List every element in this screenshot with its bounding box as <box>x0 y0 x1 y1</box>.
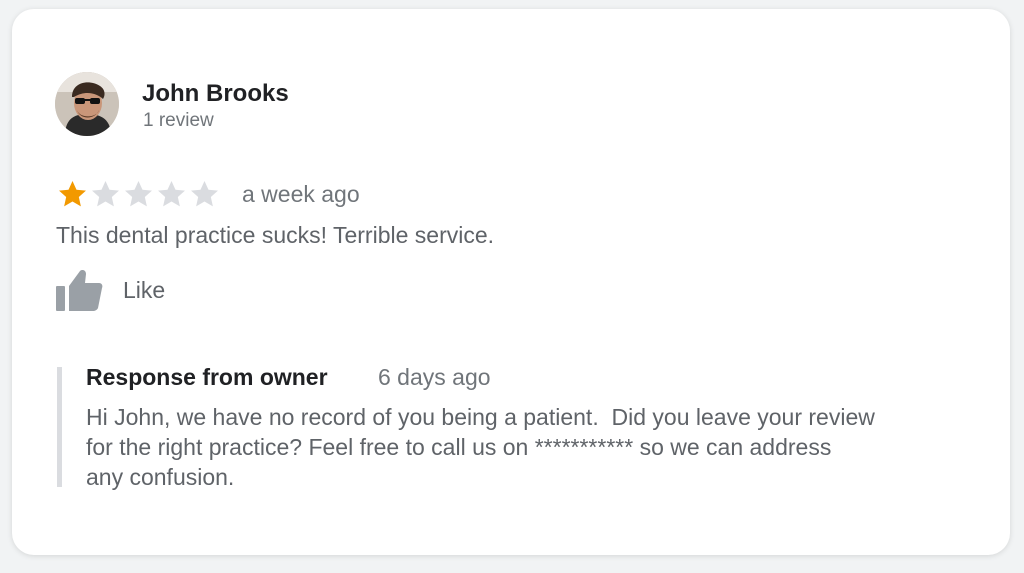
profile-photo-icon <box>55 72 119 136</box>
owner-response-line: Hi John, we have no record of you being … <box>86 404 875 430</box>
reviewer-review-count: 1 review <box>143 110 214 131</box>
owner-response-line: for the right practice? Feel free to cal… <box>86 434 832 460</box>
star-filled-icon <box>59 180 86 206</box>
owner-response: Response from owner 6 days ago Hi John, … <box>57 364 992 490</box>
thumbs-up-icon <box>56 270 103 311</box>
review-card: John Brooks 1 review a week ago This den… <box>12 9 1010 555</box>
reviewer-avatar[interactable] <box>55 72 119 136</box>
rating-stars <box>56 177 221 211</box>
like-button[interactable]: Like <box>55 269 165 311</box>
star-empty-icon <box>92 180 119 206</box>
owner-response-title: Response from owner <box>86 364 328 390</box>
review-time: a week ago <box>242 181 360 207</box>
review-text: This dental practice sucks! Terrible ser… <box>56 222 495 248</box>
star-empty-icon <box>158 180 185 206</box>
owner-response-text: Hi John, we have no record of you being … <box>86 402 986 492</box>
like-label: Like <box>123 277 166 303</box>
reviewer-name[interactable]: John Brooks <box>142 79 289 109</box>
star-empty-icon <box>125 180 152 206</box>
owner-response-line: any confusion. <box>86 464 235 490</box>
star-empty-icon <box>191 180 218 206</box>
owner-response-time: 6 days ago <box>378 364 491 390</box>
